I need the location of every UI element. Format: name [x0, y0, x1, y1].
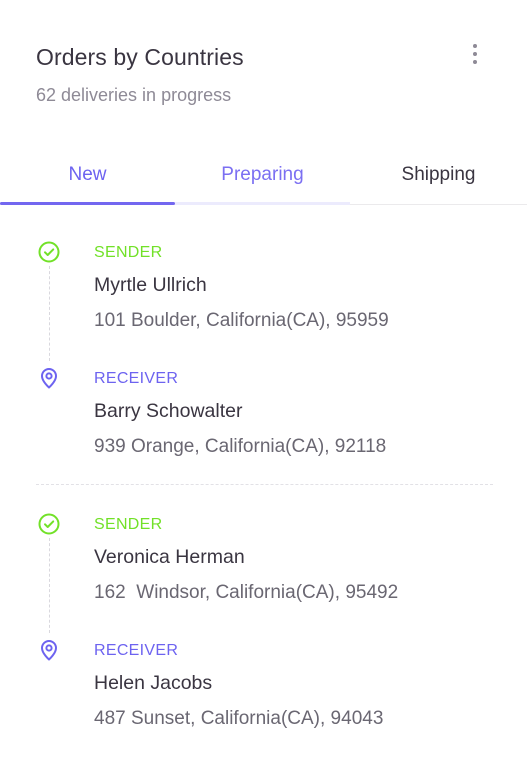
check-circle-icon: [38, 241, 60, 263]
sender-label: SENDER: [94, 244, 163, 261]
check-circle-icon: [38, 513, 60, 535]
card-header: Orders by Countries 62 deliveries in pro…: [36, 44, 244, 106]
sender-address: 162 Windsor, California(CA), 95492: [94, 582, 399, 603]
tab-shipping[interactable]: Shipping: [350, 150, 527, 204]
timeline-connector: [49, 538, 50, 633]
receiver-label: RECEIVER: [94, 370, 179, 387]
tab-preparing[interactable]: Preparing: [175, 150, 350, 205]
tab-bar: New Preparing Shipping: [0, 150, 527, 205]
order-divider: [36, 484, 493, 485]
sender-label: SENDER: [94, 516, 163, 533]
receiver-label: RECEIVER: [94, 642, 179, 659]
more-vertical-icon[interactable]: [463, 40, 487, 68]
timeline-connector: [49, 266, 50, 361]
receiver-name: Helen Jacobs: [94, 672, 213, 694]
sender-address: 101 Boulder, California(CA), 95959: [94, 310, 389, 331]
tab-new[interactable]: New: [0, 150, 175, 205]
receiver-address: 939 Orange, California(CA), 92118: [94, 436, 387, 457]
receiver-name: Barry Schowalter: [94, 400, 243, 422]
receiver-address: 487 Sunset, California(CA), 94043: [94, 708, 384, 729]
map-pin-icon: [41, 640, 57, 661]
card-subtitle: 62 deliveries in progress: [36, 85, 232, 105]
orders-by-countries-card: Orders by Countries 62 deliveries in pro…: [0, 0, 527, 768]
sender-name: Veronica Herman: [94, 546, 245, 568]
card-title: Orders by Countries: [36, 44, 244, 70]
sender-name: Myrtle Ullrich: [94, 274, 207, 296]
map-pin-icon: [41, 368, 57, 389]
